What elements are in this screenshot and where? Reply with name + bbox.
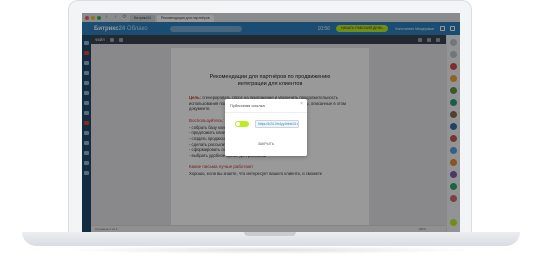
dialog-divider [225,112,307,113]
laptop-screen: ‹ › ⟳ Битрикс24 Рекомендация для партнёр… [82,13,460,232]
public-link-field[interactable]: https://b24-0rr4yy.bitrix24.ru/docs/pub/… [255,120,299,128]
close-icon[interactable]: × [300,101,303,107]
close-button[interactable]: ЗАКРЫТЬ [253,141,279,147]
public-link-dialog: Публичная ссылка × https://b24-0rr4yy.bi… [225,99,307,156]
laptop-notch [244,232,296,236]
public-link-toggle[interactable] [235,121,249,127]
laptop-shadow [60,246,480,254]
laptop-mockup: ‹ › ⟳ Битрикс24 Рекомендация для партнёр… [0,0,540,265]
dialog-title: Публичная ссылка [230,103,265,108]
